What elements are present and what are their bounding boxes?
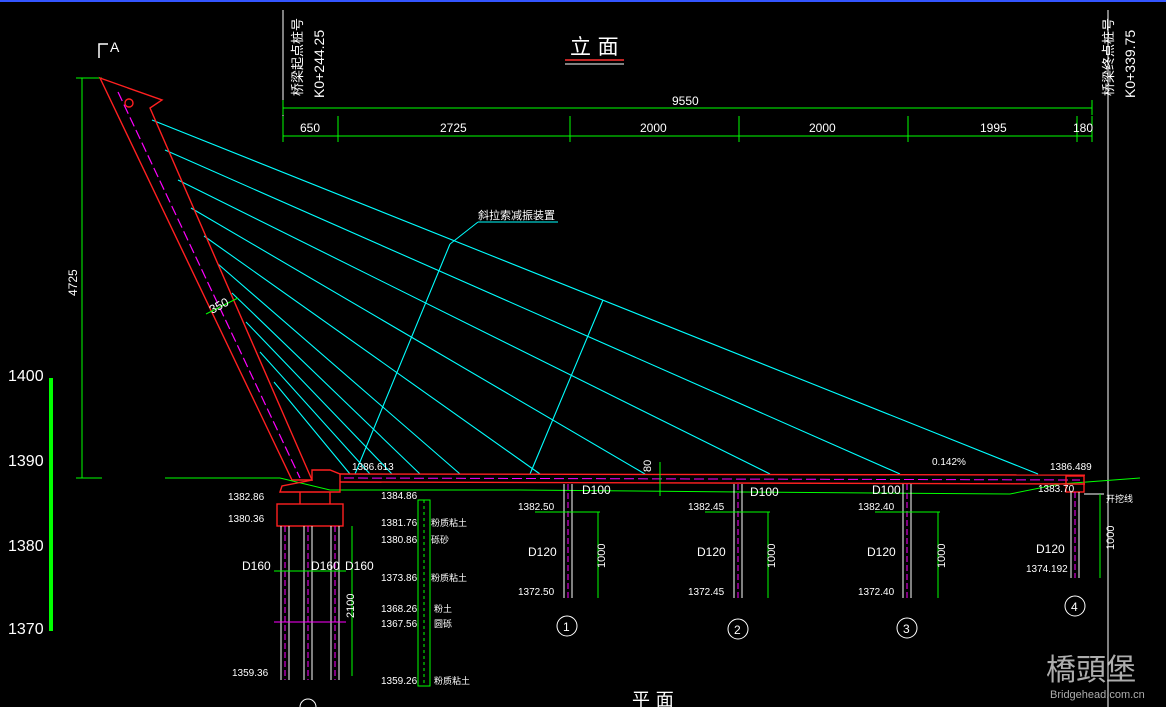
svg-text:橋頭堡: 橋頭堡 [1046,653,1136,688]
span-value: 2000 [640,121,667,135]
svg-text:D120: D120 [1036,542,1065,556]
abutment-piles [274,526,353,680]
pile-diameter: D160 [311,559,340,573]
svg-text:Bridgehead.com.cn: Bridgehead.com.cn [1050,689,1145,701]
span-value: 2000 [809,121,836,135]
svg-text:1374.192: 1374.192 [1026,564,1068,575]
svg-text:D120: D120 [697,545,726,559]
svg-text:粉质粘土: 粉质粘土 [431,517,467,529]
svg-text:D100: D100 [750,485,779,499]
abutment-bottom-elev: 1359.36 [232,668,269,679]
svg-text:1383.70: 1383.70 [1038,484,1075,495]
svg-text:1000: 1000 [596,544,608,568]
svg-text:粉质粘土: 粉质粘土 [431,572,467,584]
pier-2: 1382.45 D100 D120 1000 1372.45 2 [688,484,779,640]
tower-height-value: 4725 [66,269,80,296]
bridge-elevation-drawing: 立 面 A 桥梁起点桩号 K0+244.25 桥梁终点桩号 K0+339.75 … [0,0,1166,707]
svg-text:1382.50: 1382.50 [518,502,555,513]
stay-cables [151,119,1039,475]
svg-text:80: 80 [642,460,654,472]
pile-diameter: D160 [345,559,374,573]
svg-text:1390: 1390 [8,453,44,470]
svg-text:3: 3 [903,622,910,636]
watermark-logo: 橋頭堡 Bridgehead.com.cn [1046,653,1145,701]
svg-text:1367.56: 1367.56 [381,619,418,630]
svg-text:D120: D120 [867,545,896,559]
pier-1: 1382.50 D100 D120 1000 1372.50 1 [518,483,611,637]
pier-3: 1382.40 D100 D120 1000 1372.40 3 [858,483,948,639]
svg-text:粉土: 粉土 [434,603,452,615]
svg-text:1382.45: 1382.45 [688,502,725,513]
elevation-scale: 1400 1390 1380 1370 [8,368,53,638]
svg-text:1000: 1000 [936,544,948,568]
svg-text:1: 1 [563,620,570,634]
span-value: 650 [300,121,320,135]
span-value: 180 [1073,121,1093,135]
svg-text:粉质粘土: 粉质粘土 [434,675,470,687]
svg-text:4: 4 [1071,600,1078,614]
svg-text:A: A [110,39,120,55]
svg-text:桥梁起点桩号: 桥梁起点桩号 [291,18,306,96]
deck-right-elevation: 1386.489 [1050,462,1092,473]
plan-title: 平 面 [632,690,674,707]
svg-text:1368.26: 1368.26 [381,604,418,615]
tower [98,76,314,481]
svg-text:1372.50: 1372.50 [518,587,555,598]
svg-text:1370: 1370 [8,621,44,638]
svg-text:1380.86: 1380.86 [381,535,418,546]
svg-text:砾砂: 砾砂 [431,534,449,546]
svg-text:1384.86: 1384.86 [381,491,418,502]
svg-text:开挖线: 开挖线 [1106,493,1133,505]
svg-text:1381.76: 1381.76 [381,518,418,529]
svg-text:K0+339.75: K0+339.75 [1122,30,1138,98]
svg-text:1400: 1400 [8,368,44,385]
span-value: 2725 [440,121,467,135]
total-span-value: 9550 [672,94,699,108]
svg-text:D100: D100 [872,483,901,497]
svg-text:D100: D100 [582,483,611,497]
span-dimension [282,116,1093,142]
geology-column: 1384.86 1381.76 粉质粘土 1380.86 砾砂 1373.86 … [381,491,470,687]
abutment-pile-length: 2100 [345,594,357,618]
svg-text:圆砾: 圆砾 [434,618,452,630]
svg-text:1380: 1380 [8,538,44,555]
abutment-cap-elev: 1380.36 [228,514,265,525]
pile-diameter: D160 [242,559,271,573]
drawing-title: 立 面 [570,35,619,59]
svg-text:1372.45: 1372.45 [688,587,725,598]
svg-text:1373.86: 1373.86 [381,573,418,584]
svg-text:桥梁终点桩号: 桥梁终点桩号 [1101,18,1117,96]
span-value: 1995 [980,121,1007,135]
svg-text:1000: 1000 [1105,526,1117,550]
deck-slope: 0.142% [932,457,966,468]
svg-text:斜拉索减振装置: 斜拉索减振装置 [478,208,555,222]
section-marker: A [98,39,120,58]
svg-text:D120: D120 [528,545,557,559]
end-station-label: 桥梁终点桩号 K0+339.75 [1101,10,1138,707]
svg-text:350: 350 [207,295,232,317]
deck-depth-dimension: 80 [642,460,661,496]
svg-text:1372.40: 1372.40 [858,587,895,598]
deck-left-elevation: 1386.613 [352,462,394,473]
abutment-top-elev: 1382.86 [228,492,265,503]
svg-text:1359.26: 1359.26 [381,676,418,687]
svg-text:2: 2 [734,623,741,637]
svg-text:1382.40: 1382.40 [858,502,895,513]
svg-text:1000: 1000 [766,544,778,568]
svg-text:K0+244.25: K0+244.25 [311,30,327,98]
end-abutment-4: 1383.70 开挖线 D120 1000 1374.192 4 [1026,484,1133,617]
damper-callout: 斜拉索减振装置 [449,208,558,245]
